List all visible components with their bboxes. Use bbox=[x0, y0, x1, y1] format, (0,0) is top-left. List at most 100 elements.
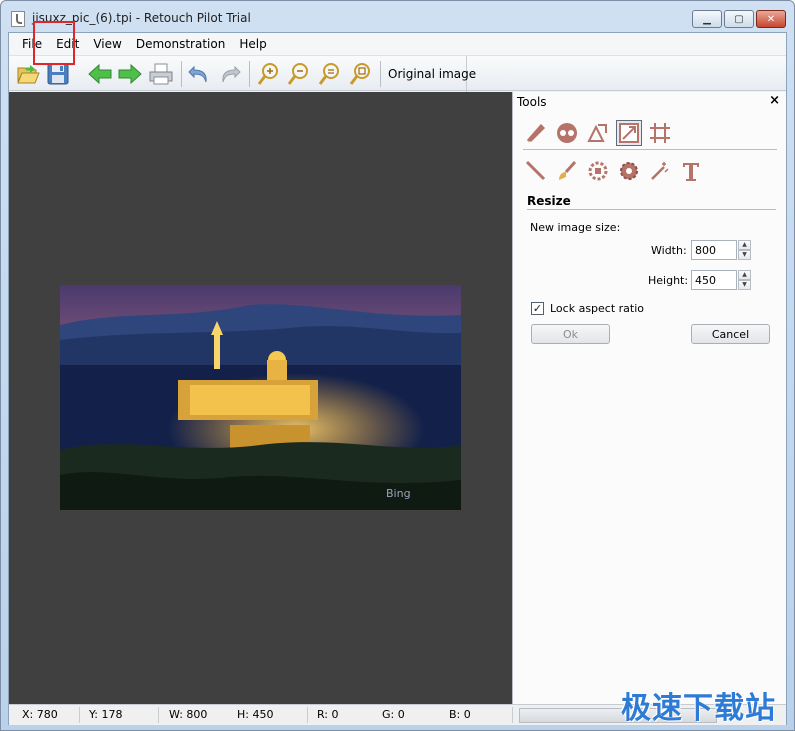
zoom-out-button[interactable] bbox=[285, 61, 311, 87]
status-separator bbox=[512, 707, 513, 723]
heal-tool-button[interactable] bbox=[616, 158, 642, 184]
width-input[interactable] bbox=[691, 240, 737, 260]
undo-icon bbox=[188, 65, 207, 83]
status-x: X: 780 bbox=[22, 708, 58, 721]
tools-panel-title: Tools bbox=[517, 95, 547, 109]
status-g: G: 0 bbox=[382, 708, 405, 721]
print-icon bbox=[149, 63, 173, 85]
heal-icon bbox=[620, 162, 638, 180]
brush-tool-button[interactable] bbox=[554, 158, 580, 184]
menu-view[interactable]: View bbox=[86, 37, 128, 51]
image-canvas[interactable]: Bing bbox=[9, 92, 512, 704]
width-increment-icon[interactable]: ▲ bbox=[738, 240, 751, 250]
save-highlight-box bbox=[33, 21, 75, 65]
status-separator bbox=[79, 707, 80, 723]
cancel-button[interactable]: Cancel bbox=[691, 324, 770, 344]
magic-wand-icon bbox=[651, 162, 669, 180]
resize-section-title: Resize bbox=[527, 194, 571, 208]
color-wheel-icon bbox=[557, 123, 577, 143]
maximize-icon: ▢ bbox=[734, 13, 744, 25]
height-decrement-icon[interactable]: ▼ bbox=[738, 280, 751, 290]
stamp-tool-button[interactable] bbox=[585, 158, 611, 184]
transform-icon bbox=[587, 124, 607, 142]
width-stepper[interactable]: ▲ ▼ bbox=[691, 240, 751, 260]
tools-divider bbox=[523, 149, 777, 150]
zoom-out-icon bbox=[287, 63, 308, 85]
new-size-label: New image size: bbox=[530, 221, 621, 234]
pencil-tool-button[interactable] bbox=[523, 158, 549, 184]
minimize-icon: ▁ bbox=[703, 13, 711, 25]
lock-aspect-checkbox[interactable]: ✓ bbox=[531, 302, 544, 315]
retouch-tool-button[interactable] bbox=[523, 120, 549, 146]
menu-help[interactable]: Help bbox=[232, 37, 273, 51]
zoom-fit-icon bbox=[318, 63, 339, 85]
zoom-fit-button[interactable] bbox=[316, 61, 342, 87]
forward-button[interactable] bbox=[117, 61, 143, 87]
client-area: File Edit View Demonstration Help Origin… bbox=[8, 32, 787, 725]
back-button[interactable] bbox=[87, 61, 113, 87]
zoom-in-button[interactable] bbox=[255, 61, 281, 87]
height-increment-icon[interactable]: ▲ bbox=[738, 270, 751, 280]
text-tool-button[interactable] bbox=[678, 158, 704, 184]
status-b: B: 0 bbox=[449, 708, 471, 721]
width-label: Width: bbox=[651, 244, 687, 257]
resize-tool-button[interactable] bbox=[616, 120, 642, 146]
toolbar-separator bbox=[249, 61, 250, 87]
status-separator bbox=[307, 707, 308, 723]
magic-wand-tool-button[interactable] bbox=[647, 158, 673, 184]
redo-icon bbox=[222, 65, 241, 83]
stamp-icon bbox=[588, 161, 608, 181]
toolbar-separator bbox=[181, 61, 182, 87]
zoom-in-icon bbox=[257, 63, 278, 85]
title-bar[interactable]: jisuxz_pic_(6).tpi - Retouch Pilot Trial… bbox=[1, 1, 794, 33]
status-h: H: 450 bbox=[237, 708, 274, 721]
color-tool-button[interactable] bbox=[554, 120, 580, 146]
height-label: Height: bbox=[648, 274, 689, 287]
toolbar-separator bbox=[380, 61, 381, 87]
menu-demonstration[interactable]: Demonstration bbox=[129, 37, 233, 51]
status-y: Y: 178 bbox=[89, 708, 123, 721]
crop-grid-icon bbox=[650, 123, 670, 143]
tools-panel-close-icon[interactable]: × bbox=[769, 93, 780, 108]
close-button[interactable]: ✕ bbox=[756, 10, 786, 28]
zoom-actual-button[interactable] bbox=[347, 61, 373, 87]
app-window: jisuxz_pic_(6).tpi - Retouch Pilot Trial… bbox=[0, 0, 795, 731]
original-image-button[interactable]: Original image bbox=[388, 67, 476, 81]
print-button[interactable] bbox=[148, 61, 174, 87]
resize-icon bbox=[619, 123, 639, 143]
undo-button[interactable] bbox=[186, 61, 212, 87]
bing-watermark: Bing bbox=[386, 487, 411, 500]
width-decrement-icon[interactable]: ▼ bbox=[738, 250, 751, 260]
height-stepper[interactable]: ▲ ▼ bbox=[691, 270, 751, 290]
minimize-button[interactable]: ▁ bbox=[692, 10, 722, 28]
height-input[interactable] bbox=[691, 270, 737, 290]
app-icon bbox=[11, 11, 25, 27]
window-controls: ▁ ▢ ✕ bbox=[692, 10, 786, 28]
redo-button[interactable] bbox=[217, 61, 243, 87]
width-spin-arrows: ▲ ▼ bbox=[738, 240, 751, 260]
retouch-brush-icon bbox=[526, 124, 546, 143]
pencil-icon bbox=[525, 160, 546, 181]
forward-arrow-icon bbox=[118, 63, 142, 85]
status-w: W: 800 bbox=[169, 708, 208, 721]
height-spin-arrows: ▲ ▼ bbox=[738, 270, 751, 290]
resize-divider bbox=[527, 209, 776, 210]
status-separator bbox=[158, 707, 159, 723]
open-folder-icon bbox=[17, 65, 40, 84]
save-disk-icon bbox=[47, 63, 69, 85]
paint-brush-icon bbox=[559, 160, 577, 180]
text-t-icon bbox=[683, 163, 699, 181]
back-arrow-icon bbox=[88, 63, 112, 85]
checkmark-icon: ✓ bbox=[532, 302, 543, 315]
transform-tool-button[interactable] bbox=[585, 120, 611, 146]
ok-button[interactable]: Ok bbox=[531, 324, 610, 344]
close-icon: ✕ bbox=[766, 13, 776, 25]
maximize-button[interactable]: ▢ bbox=[724, 10, 754, 28]
toolbar: Original image bbox=[9, 55, 786, 92]
menu-bar: File Edit View Demonstration Help bbox=[9, 33, 786, 55]
lock-aspect-label: Lock aspect ratio bbox=[550, 302, 645, 315]
site-watermark: 极速下载站 bbox=[621, 691, 776, 726]
tools-panel: Tools × Resize New image size: Width: 80… bbox=[512, 92, 786, 704]
crop-tool-button[interactable] bbox=[647, 120, 673, 146]
zoom-actual-icon bbox=[349, 63, 370, 85]
